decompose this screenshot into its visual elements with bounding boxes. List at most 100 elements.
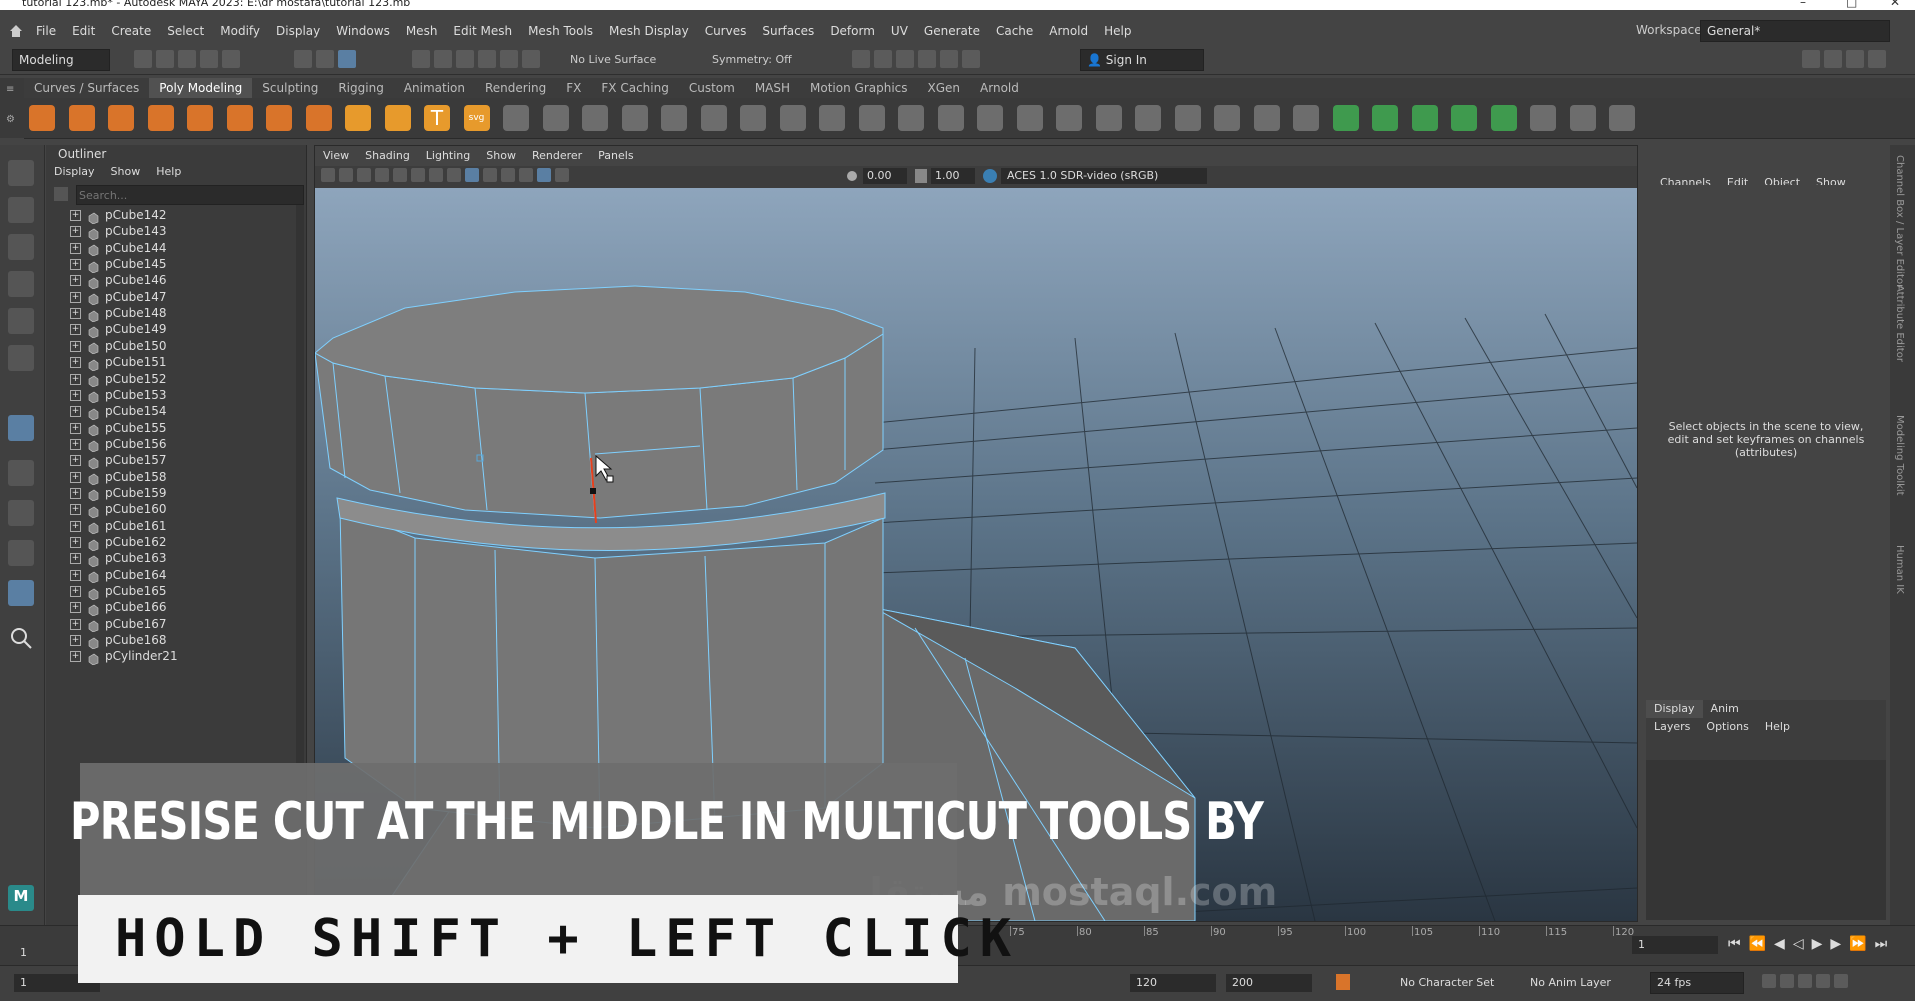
shelf-tab-mash[interactable]: MASH: [745, 78, 800, 98]
multicut-tool-icon[interactable]: [8, 415, 34, 441]
minimize-button[interactable]: –: [1800, 0, 1806, 8]
poly-plane-icon[interactable]: [226, 105, 253, 131]
go-to-end-icon[interactable]: ⏭: [1875, 936, 1896, 952]
menu-mesh-display[interactable]: Mesh Display: [601, 18, 697, 44]
render-frame-icon[interactable]: [852, 50, 870, 68]
menu-uv[interactable]: UV: [883, 18, 916, 44]
expand-icon[interactable]: +: [70, 324, 81, 336]
live-surface-label[interactable]: No Live Surface: [570, 53, 656, 66]
xray-icon[interactable]: [537, 168, 551, 182]
play-back-icon[interactable]: ◁: [1793, 936, 1812, 952]
paint-select-icon[interactable]: [8, 234, 34, 260]
viewport-menu-panels[interactable]: Panels: [590, 146, 641, 166]
uv-sew-icon[interactable]: [1609, 105, 1635, 131]
outliner-layout-icon[interactable]: [8, 580, 34, 606]
outliner-search-input[interactable]: [76, 185, 304, 205]
shelf-tab-fx[interactable]: FX: [556, 78, 591, 98]
tool-settings-icon[interactable]: [1846, 50, 1864, 68]
expand-icon[interactable]: +: [70, 471, 81, 483]
current-frame-field[interactable]: 1: [1632, 936, 1718, 954]
redo-icon[interactable]: [222, 50, 240, 68]
poke-icon[interactable]: [1174, 105, 1201, 131]
shelf-tab-xgen[interactable]: XGen: [918, 78, 971, 98]
ipr-render-icon[interactable]: [874, 50, 892, 68]
combine-icon[interactable]: [542, 105, 569, 131]
shelf-tab-animation[interactable]: Animation: [394, 78, 475, 98]
clock-icon[interactable]: [1816, 974, 1830, 988]
gamma-field[interactable]: 1.00: [931, 168, 975, 184]
step-back-icon[interactable]: ⏪: [1749, 936, 1774, 952]
wedge-icon[interactable]: [1095, 105, 1122, 131]
textured-icon[interactable]: [483, 168, 497, 182]
menu-windows[interactable]: Windows: [328, 18, 398, 44]
outliner-menu-help[interactable]: Help: [148, 163, 189, 181]
expand-icon[interactable]: +: [70, 422, 81, 434]
color-management-icon[interactable]: [983, 169, 997, 183]
move-tool-icon[interactable]: [8, 271, 34, 297]
uv-unfold-icon[interactable]: [1490, 105, 1517, 131]
merge-icon[interactable]: [898, 105, 924, 131]
append-polygon-icon[interactable]: [937, 105, 964, 131]
hypershade-icon[interactable]: [918, 50, 936, 68]
expand-icon[interactable]: +: [70, 275, 81, 287]
close-button[interactable]: ✕: [1890, 0, 1900, 8]
multicut-icon[interactable]: [1214, 105, 1240, 131]
step-back-key-icon[interactable]: ◀: [1774, 936, 1793, 952]
channel-box-icon[interactable]: [1868, 50, 1886, 68]
lasso-tool-icon[interactable]: [8, 197, 34, 223]
shelf-tab-curves-surfaces[interactable]: Curves / Surfaces: [24, 78, 149, 98]
poly-cylinder-icon[interactable]: [108, 105, 134, 131]
bookmark-icon[interactable]: [357, 168, 371, 182]
collapse-icon[interactable]: [1016, 105, 1043, 131]
expand-icon[interactable]: +: [70, 520, 81, 532]
auto-key-icon[interactable]: [1336, 974, 1350, 990]
outliner-menu-display[interactable]: Display: [46, 163, 103, 181]
bridge-icon[interactable]: [779, 105, 806, 131]
expand-icon[interactable]: +: [70, 651, 81, 663]
side-tab[interactable]: Attribute Editor: [1894, 285, 1905, 362]
anim-layer-dropdown[interactable]: No Anim Layer: [1530, 976, 1611, 989]
shelf-gear-icon[interactable]: ⚙: [6, 114, 15, 125]
step-forward-key-icon[interactable]: ▶: [1830, 936, 1849, 952]
poly-torus-icon[interactable]: [187, 105, 213, 131]
select-tool-icon[interactable]: [8, 160, 34, 186]
expand-icon[interactable]: +: [70, 455, 81, 467]
expand-icon[interactable]: +: [70, 259, 81, 271]
fill-hole-icon[interactable]: [858, 105, 885, 131]
uv-cut-icon[interactable]: [1569, 105, 1596, 131]
playback-end-field[interactable]: 200: [1226, 974, 1312, 992]
isolate-icon[interactable]: [555, 168, 569, 182]
grid-icon[interactable]: [375, 168, 389, 182]
outliner-menu-show[interactable]: Show: [103, 163, 149, 181]
rotate-tool-icon[interactable]: [8, 308, 34, 334]
uv-layout-icon[interactable]: [1530, 105, 1556, 131]
menu-curves[interactable]: Curves: [697, 18, 755, 44]
expand-icon[interactable]: +: [70, 618, 81, 630]
wireframe-icon[interactable]: [429, 168, 443, 182]
scale-tool-icon[interactable]: [8, 345, 34, 371]
menu-file[interactable]: File: [28, 18, 64, 44]
expand-icon[interactable]: +: [70, 586, 81, 598]
expand-icon[interactable]: +: [70, 242, 81, 254]
side-tab[interactable]: Channel Box / Layer Editor: [1894, 155, 1905, 288]
expand-icon[interactable]: +: [70, 373, 81, 385]
loop-icon[interactable]: [1762, 974, 1776, 988]
expand-icon[interactable]: +: [70, 602, 81, 614]
menu-mesh[interactable]: Mesh: [398, 18, 446, 44]
circularize-icon[interactable]: [1135, 105, 1161, 131]
uv-auto-icon[interactable]: [1451, 105, 1477, 131]
mode-dropdown[interactable]: Modeling: [12, 49, 110, 71]
extrude-icon[interactable]: [740, 105, 766, 131]
viewport-menu-renderer[interactable]: Renderer: [524, 146, 590, 166]
menu-modify[interactable]: Modify: [212, 18, 268, 44]
viewport-menu-lighting[interactable]: Lighting: [418, 146, 478, 166]
poly-type-icon[interactable]: T: [424, 105, 450, 131]
expand-icon[interactable]: +: [70, 340, 81, 352]
shelf-tab-poly-modeling[interactable]: Poly Modeling: [149, 78, 253, 98]
viewport-menu-view[interactable]: View: [315, 146, 357, 166]
menu-help[interactable]: Help: [1096, 18, 1139, 44]
menu-surfaces[interactable]: Surfaces: [754, 18, 822, 44]
symmetry-dropdown[interactable]: Symmetry: Off: [712, 53, 792, 66]
separate-icon[interactable]: [582, 105, 608, 131]
menu-generate[interactable]: Generate: [916, 18, 988, 44]
